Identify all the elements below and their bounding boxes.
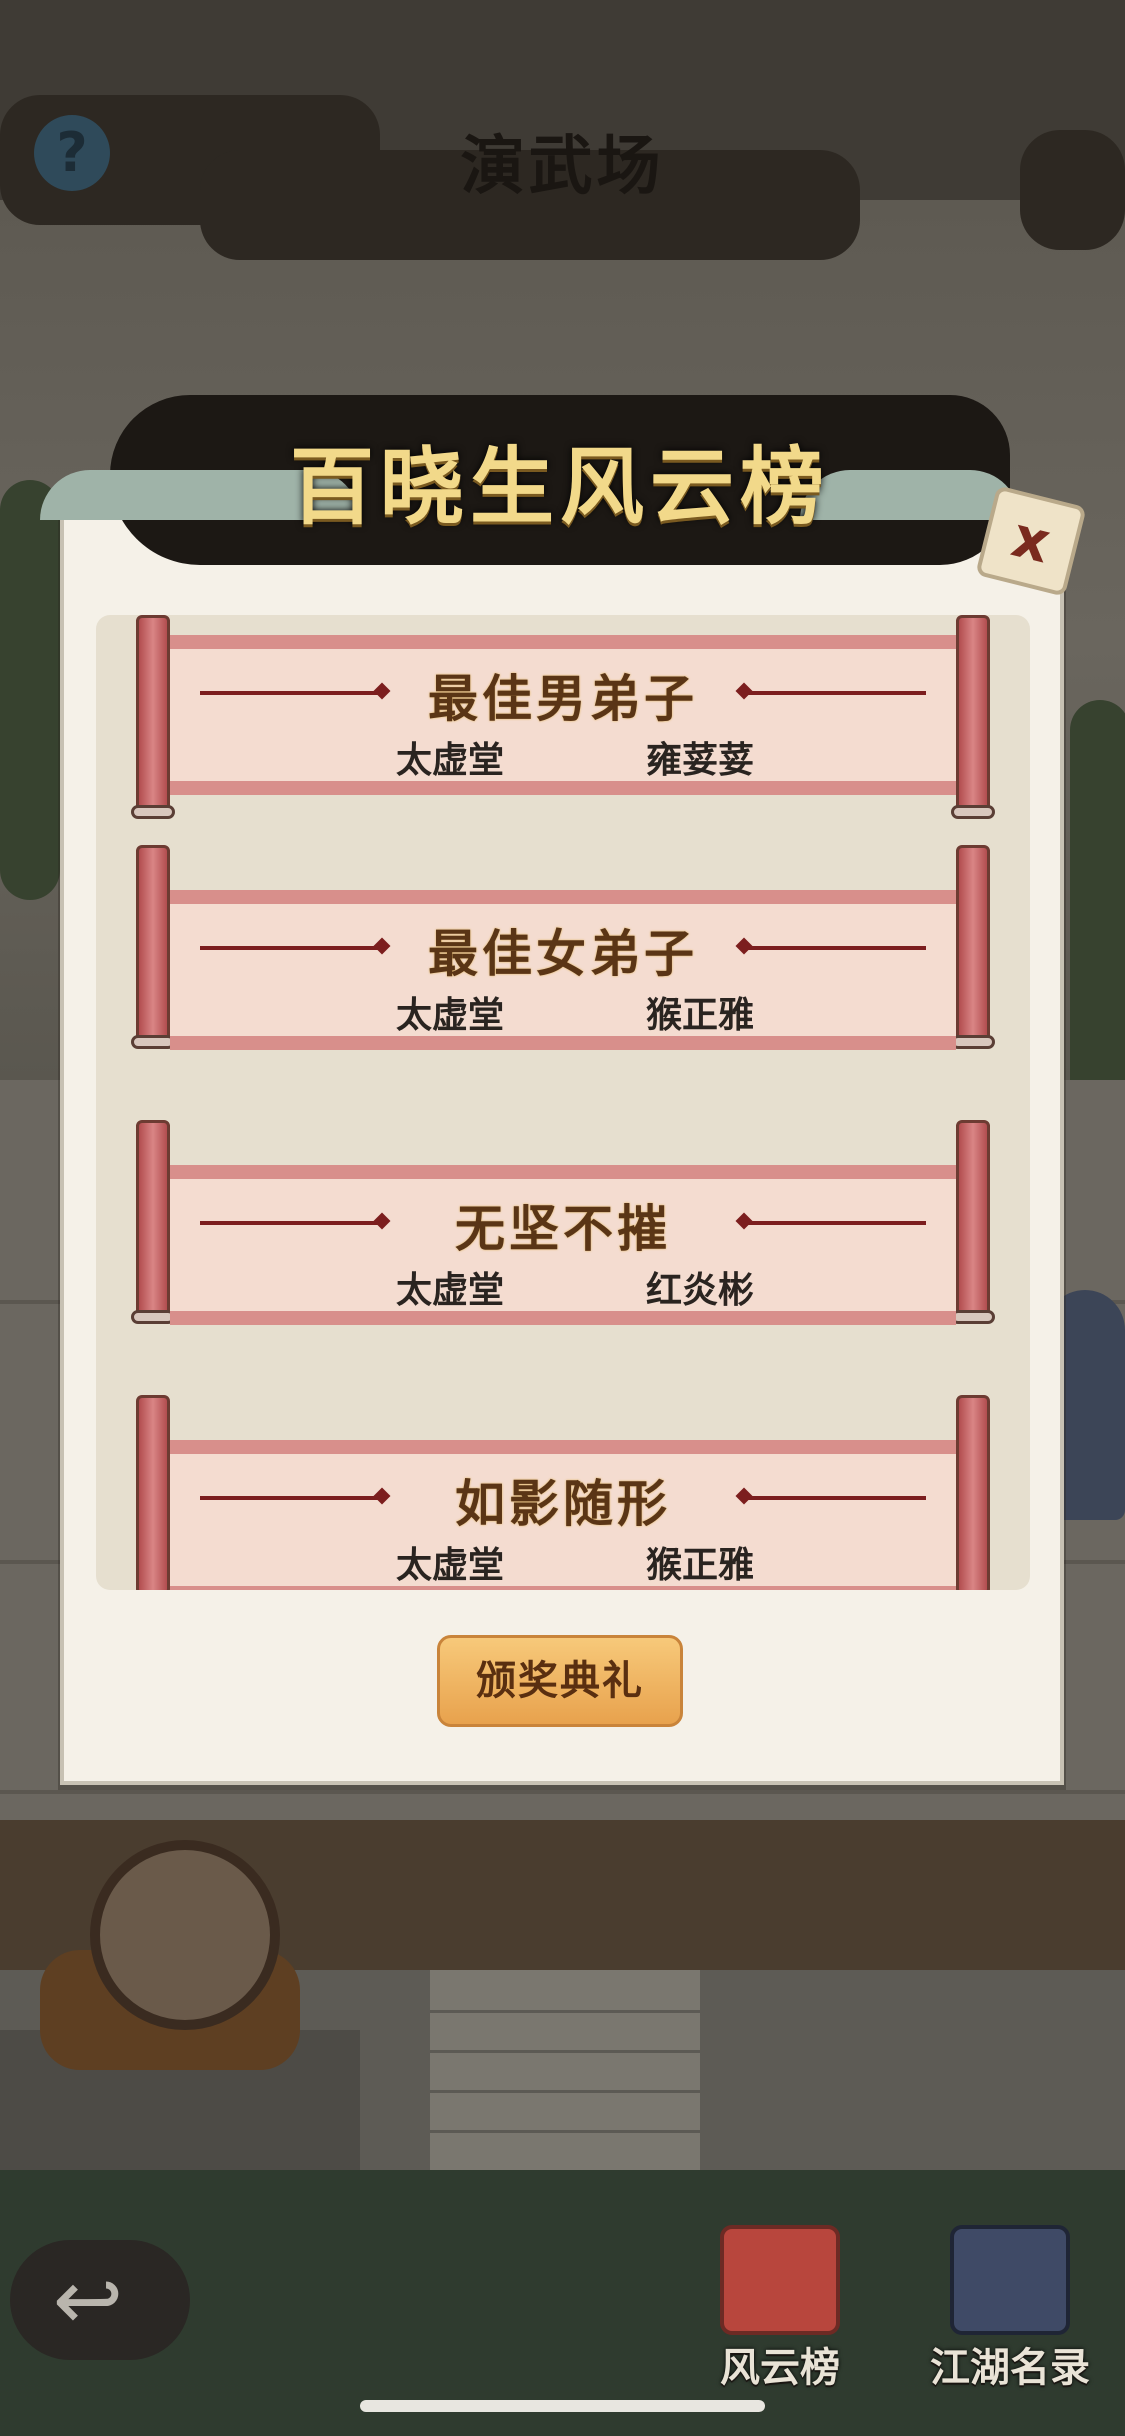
award-name: 无坚不摧 xyxy=(455,1199,671,1258)
nav-directory[interactable]: 江湖名录 xyxy=(930,2225,1090,2395)
award-scroll: 最佳女弟子 太虚堂 猴正雅 xyxy=(131,845,995,1060)
floor-line xyxy=(0,1790,1125,1794)
award-name: 最佳女弟子 xyxy=(428,924,698,983)
back-arrow-icon[interactable]: ↩ xyxy=(28,2258,148,2342)
winner-name: 猴正雅 xyxy=(645,1545,754,1586)
nav-directory-label: 江湖名录 xyxy=(930,2345,1090,2391)
award-list[interactable]: 最佳男弟子 太虚堂 雍荽荽 最佳女弟子 太虚堂 猴正雅 无坚不摧 太虚堂 红炎彬… xyxy=(96,615,1030,1590)
award-scroll: 最佳男弟子 太虚堂 雍荽荽 xyxy=(131,615,995,830)
award-name: 如影随形 xyxy=(455,1474,671,1533)
home-indicator[interactable] xyxy=(360,2400,765,2412)
award-scroll: 如影随形 太虚堂 猴正雅 xyxy=(136,1395,990,1590)
stone-stairs xyxy=(430,1970,700,2170)
scroll-icon xyxy=(720,2225,840,2335)
bamboo-left xyxy=(0,480,60,900)
bamboo-right xyxy=(1070,700,1125,1120)
winner-name: 雍荽荽 xyxy=(645,740,754,781)
school-name: 太虚堂 xyxy=(395,740,504,781)
modal-title: 百晓生风云榜 xyxy=(289,437,830,536)
school-name: 太虚堂 xyxy=(395,1545,504,1586)
book-icon xyxy=(950,2225,1070,2335)
school-name: 太虚堂 xyxy=(395,995,504,1036)
winner-name: 猴正雅 xyxy=(645,995,754,1036)
school-name: 太虚堂 xyxy=(395,1270,504,1311)
award-name: 最佳男弟子 xyxy=(428,669,698,728)
award-ceremony-button[interactable]: 颁奖典礼 xyxy=(437,1635,683,1727)
page-title: 演武场 xyxy=(460,129,665,204)
nav-ranking[interactable]: 风云榜 xyxy=(700,2225,860,2395)
game-screen: ? 演武场 百晓生风云榜 x 最佳男弟子 太虚堂 雍荽荽 最佳女弟子 太虚堂 猴… xyxy=(0,0,1125,2436)
award-scroll: 无坚不摧 太虚堂 红炎彬 xyxy=(131,1120,995,1335)
nav-ranking-label: 风云榜 xyxy=(720,2345,840,2391)
war-drum[interactable] xyxy=(90,1840,280,2030)
winner-name: 红炎彬 xyxy=(645,1270,754,1311)
